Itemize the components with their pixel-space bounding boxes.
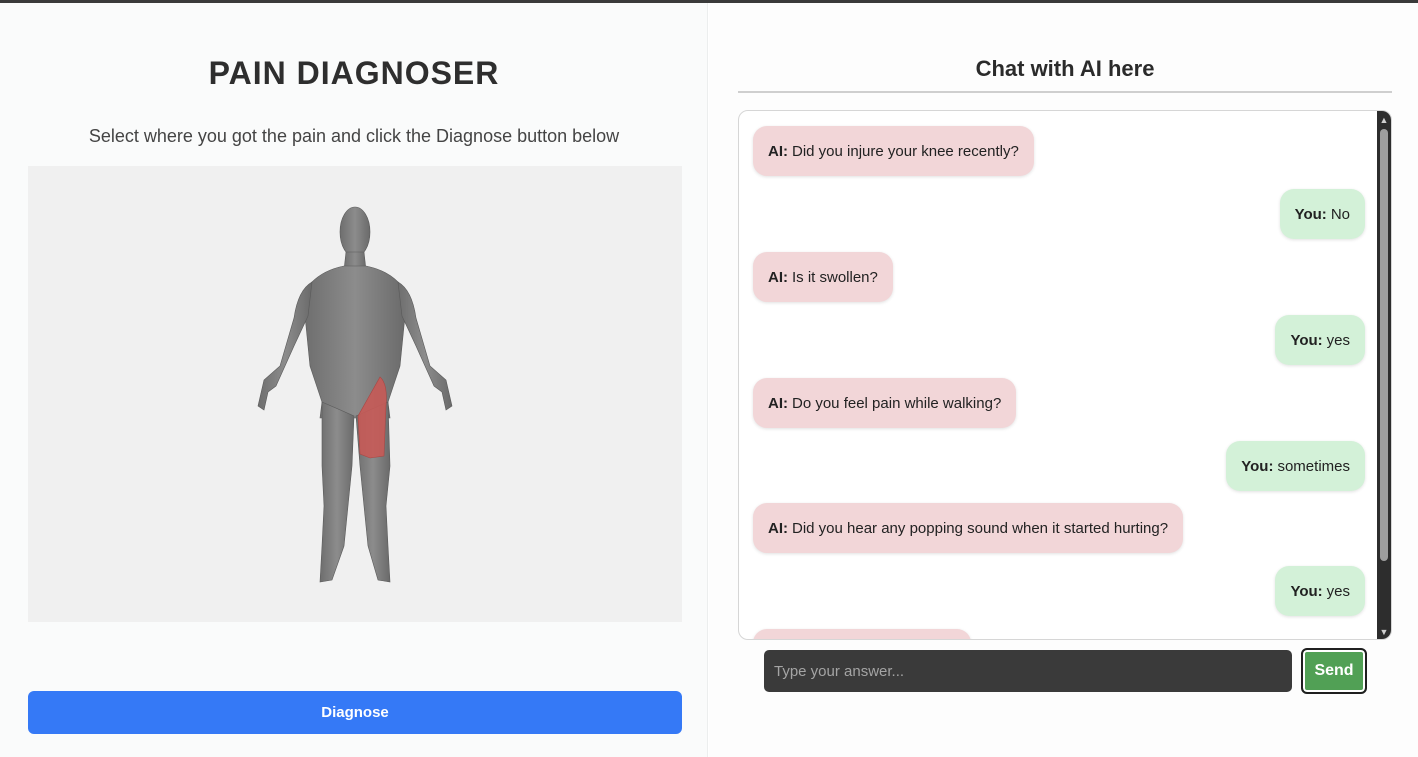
body-part-right-leg[interactable]: [319, 401, 355, 583]
page-title: PAIN DIAGNOSER: [208, 55, 500, 91]
page-instructions: Select where you got the pain and click …: [88, 126, 620, 146]
chat-title-divider: [738, 91, 1392, 93]
ai-message: AI: Is it swollen?: [753, 252, 893, 302]
body-part-left-arm[interactable]: [397, 281, 453, 411]
user-message: You: yes: [1275, 566, 1365, 616]
scrollbar-thumb[interactable]: [1380, 129, 1388, 561]
user-message: You: sometimes: [1226, 441, 1365, 491]
chat-panel: Chat with AI here AI: Did you injure your…: [709, 3, 1418, 757]
ai-message: AI: Did you hear any popping sound when i…: [753, 503, 1184, 553]
chat-title: Chat with AI here: [975, 56, 1155, 81]
diagnose-button[interactable]: Diagnose: [28, 691, 682, 734]
answer-input[interactable]: [764, 650, 1292, 692]
user-message: You: yes: [1275, 315, 1365, 365]
body-model-viewer[interactable]: [28, 166, 682, 622]
send-button[interactable]: Send: [1301, 648, 1367, 694]
scroll-down-arrow-icon[interactable]: ▼: [1377, 625, 1391, 639]
body-part-head[interactable]: [339, 206, 371, 258]
human-body-model[interactable]: [28, 166, 682, 622]
ai-message-partial: [753, 629, 971, 639]
body-part-torso[interactable]: [303, 265, 407, 419]
chat-scrollbar[interactable]: ▲ ▼: [1377, 111, 1391, 639]
user-message: You: No: [1279, 189, 1365, 239]
chat-history[interactable]: AI: Did you injure your knee recently? Yo…: [738, 110, 1392, 640]
ai-message: AI: Do you feel pain while walking?: [753, 378, 1017, 428]
ai-message: AI: Did you injure your knee recently?: [753, 126, 1034, 176]
body-part-right-arm[interactable]: [257, 281, 313, 411]
body-selector-panel: PAIN DIAGNOSER Select where you got the …: [0, 3, 708, 757]
message-list: AI: Did you injure your knee recently? Yo…: [739, 111, 1379, 639]
scroll-up-arrow-icon[interactable]: ▲: [1377, 113, 1391, 127]
